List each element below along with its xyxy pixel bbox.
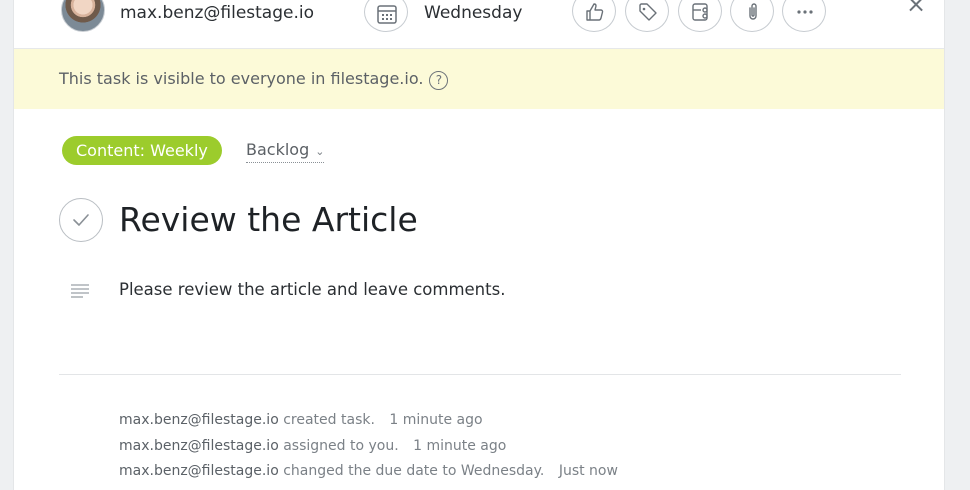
activity-item: max.benz@filestage.io created task. 1 mi… [119,408,618,434]
close-icon[interactable]: × [906,0,926,18]
activity-item: max.benz@filestage.io changed the due da… [119,459,618,485]
paperclip-icon [749,3,757,20]
activity-divider [59,374,901,375]
activity-action: assigned to you. [283,437,399,454]
subtasks-button[interactable] [678,0,722,32]
project-tag[interactable]: Content: Weekly [62,136,222,165]
activity-action: changed the due date to Wednesday. [283,463,545,479]
activity-feed: max.benz@filestage.io created task. 1 mi… [119,408,618,485]
subtask-icon [692,3,708,21]
thumbs-up-icon [586,3,604,21]
activity-time: 1 minute ago [389,412,483,428]
like-button[interactable] [572,0,616,32]
activity-time: Just now [558,463,618,479]
assignee-name[interactable]: max.benz@filestage.io [120,3,314,23]
visibility-notice: This task is visible to everyone in file… [14,49,944,109]
more-actions-button[interactable] [782,0,826,32]
mark-complete-button[interactable] [59,198,103,242]
section-dropdown[interactable]: Backlog ⌄ [246,140,325,163]
assignee-avatar[interactable] [61,0,105,32]
tag-icon [639,3,657,21]
description-icon [71,284,89,298]
attach-button[interactable] [730,0,774,32]
visibility-notice-message: This task is visible to everyone in file… [59,69,424,88]
task-description[interactable]: Please review the article and leave comm… [119,280,505,299]
task-detail-panel: max.benz@filestage.io Wednesday × This t… [13,0,945,490]
visibility-notice-text: This task is visible to everyone in file… [59,69,449,90]
chevron-down-icon: ⌄ [315,145,325,158]
more-icon [797,10,813,14]
activity-user[interactable]: max.benz@filestage.io [119,412,279,428]
task-toolbar: max.benz@filestage.io Wednesday × [14,0,944,49]
checkmark-icon [73,214,89,226]
tags-button[interactable] [625,0,669,32]
calendar-icon [377,5,397,24]
due-date-button[interactable] [364,0,408,32]
activity-user[interactable]: max.benz@filestage.io [119,463,279,479]
help-icon[interactable]: ? [429,71,449,90]
activity-user[interactable]: max.benz@filestage.io [119,438,279,454]
section-label: Backlog [246,140,310,159]
due-date-label[interactable]: Wednesday [424,3,522,23]
activity-time: 1 minute ago [413,437,507,454]
activity-action: created task. [283,412,375,428]
activity-item: max.benz@filestage.io assigned to you. 1… [119,434,618,460]
task-title[interactable]: Review the Article [119,200,418,239]
